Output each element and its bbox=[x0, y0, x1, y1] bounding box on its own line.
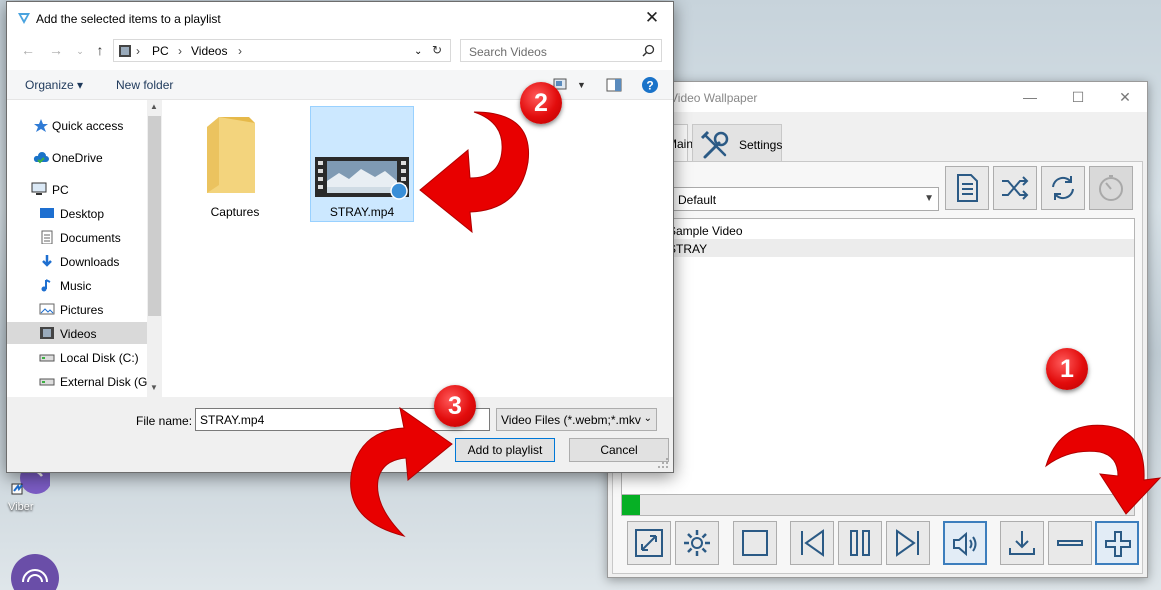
step-badge-3: 3 bbox=[434, 385, 476, 427]
annotation-arrow-2 bbox=[419, 111, 530, 234]
annotation-arrow-3 bbox=[350, 406, 453, 537]
annotation-arrow-1 bbox=[1045, 424, 1161, 515]
step-badge-1: 1 bbox=[1046, 348, 1088, 390]
step-badge-2: 2 bbox=[520, 82, 562, 124]
annotation-layer bbox=[350, 111, 1161, 537]
